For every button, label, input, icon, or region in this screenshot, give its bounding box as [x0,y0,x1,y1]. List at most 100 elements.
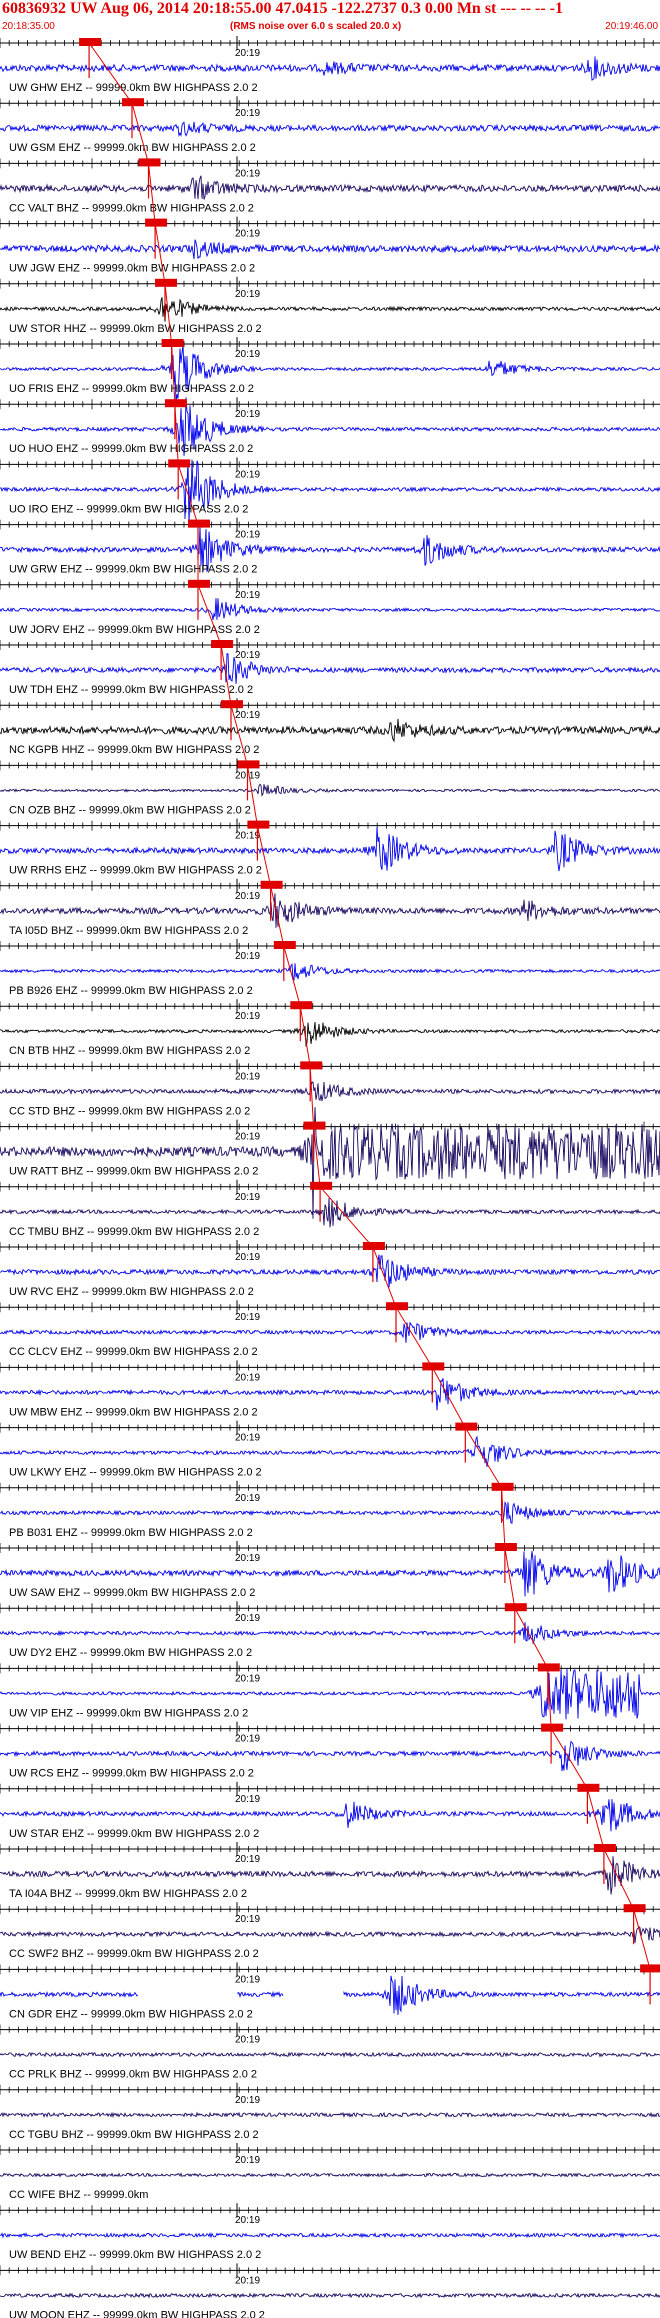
station-row: 20:19 UW RATT BHZ -- 99999.0km BW HIGHPAS… [0,1107,660,1219]
end-time: 20:19:46.00 [605,21,658,32]
station-row: 20:19 UW LKWY EHZ -- 99999.0km BW HIGHPAS… [0,1420,660,1479]
station-row: 20:19 UO HUO EHZ -- 99999.0km BW HIGHPASS… [0,397,660,456]
pick-marker [494,1543,517,1551]
waveform-trace [0,963,660,982]
station-row: 20:19 UW TDH EHZ -- 99999.0km BW HIGHPASS… [0,638,660,696]
station-label: UO HUO EHZ -- 99999.0km BW HIGHPASS 2.0 … [9,443,253,455]
waveform-trace [0,1021,660,1047]
waveform-trace [0,2292,660,2299]
minute-label: 20:19 [235,48,260,59]
minute-label: 20:19 [235,1553,260,1564]
station-label: UW SAW EHZ -- 99999.0km BW HIGHPASS 2.0 … [9,1587,255,1599]
minute-label: 20:19 [235,108,260,119]
seismogram-panel: 20:19 UW GHW EHZ -- 99999.0km BW HIGHPASS… [0,36,660,2318]
minute-label: 20:19 [235,469,260,480]
waveform-trace [0,1501,660,1524]
minute-label: 20:19 [235,289,260,300]
minute-label: 20:19 [235,1673,260,1684]
station-label: UO FRIS EHZ -- 99999.0km BW HIGHPASS 2.0… [9,383,254,395]
waveform-trace [0,1799,660,1832]
station-label: CC WIFE BHZ -- 99999.0km [9,2189,148,2201]
minute-label: 20:19 [235,1854,260,1865]
pick-marker [155,278,177,287]
waveform-trace [0,459,660,526]
waveform-trace [0,1622,660,1644]
station-row: 20:19 CC PRLK BHZ -- 99999.0km BW HIGHPAS… [0,2022,660,2081]
station-label: UW MBW EHZ -- 99999.0km BW HIGHPASS 2.0 … [9,1406,258,1418]
station-row: 20:19 UW SAW EHZ -- 99999.0km BW HIGHPASS… [0,1541,660,1599]
pick-marker [188,519,210,528]
station-label: UW GHW EHZ -- 99999.0km BW HIGHPASS 2.0 … [9,82,258,94]
waveform-trace [0,1435,660,1467]
minute-label: 20:19 [235,1613,260,1624]
station-row: 20:19 PB B031 EHZ -- 99999.0km BW HIGHPAS… [0,1480,660,1539]
pick-marker [211,640,234,648]
station-row: 20:19 UW GSM EHZ -- 99999.0km BW HIGHPASS… [0,96,660,154]
minute-label: 20:19 [235,2035,260,2046]
station-row: 20:19 CC CLCV EHZ -- 99999.0km BW HIGHPAS… [0,1300,660,1358]
station-row: 20:19 UW JORV EHZ -- 99999.0km BW HIGHPAS… [0,577,660,636]
minute-label: 20:19 [235,2275,260,2286]
station-label: NC KGPB HHZ -- 99999.0km BW HIGHPASS 2.0… [9,744,259,756]
waveform-trace [0,2172,660,2178]
minute-label: 20:19 [235,1312,260,1323]
station-row: 20:19 UW RRHS EHZ -- 99999.0km BW HIGHPAS… [0,818,660,877]
minute-label: 20:19 [235,710,260,721]
minute-label: 20:19 [235,1011,260,1022]
pick-marker [260,880,283,889]
station-label: CN OZB BHZ -- 99999.0km BW HIGHPASS 2.0 … [9,804,251,816]
station-label: TA I05D BHZ -- 99999.0km BW HIGHPASS 2.0… [9,925,248,937]
station-label: UW RATT BHZ -- 99999.0km BW HIGHPASS 2.0… [9,1166,258,1178]
minute-label: 20:19 [235,590,260,601]
minute-label: 20:19 [235,2155,260,2166]
station-label: PB B031 EHZ -- 99999.0km BW HIGHPASS 2.0… [9,1527,253,1539]
minute-label: 20:19 [235,1372,260,1383]
station-label: UW GSM EHZ -- 99999.0km BW HIGHPASS 2.0 … [9,142,256,154]
minute-label: 20:19 [235,1132,260,1143]
station-label: UW GRW EHZ -- 99999.0km BW HIGHPASS 2.0 … [9,564,257,576]
station-row: 20:19 UW BEND EHZ -- 99999.0km BW HIGHPAS… [0,2203,660,2261]
waveform-trace [0,239,660,260]
waveform-trace [0,598,660,620]
waveform-trace [0,783,660,797]
station-label: UW RCS EHZ -- 99999.0km BW HIGHPASS 2.0 … [9,1768,254,1780]
station-row: 20:19 CC SWF2 BHZ -- 99999.0km BW HIGHPAS… [0,1902,660,1960]
waveform-trace [0,2111,660,2119]
minute-label: 20:19 [235,2095,260,2106]
pick-marker [290,1001,313,1010]
waveform-trace [0,56,660,81]
pick-marker [303,1121,326,1130]
minute-label: 20:19 [235,349,260,360]
station-label: UW VIP EHZ -- 99999.0km BW HIGHPASS 2.0 … [9,1707,248,1719]
plot-header: 60836932 UW Aug 06, 2014 20:18:55.00 47.… [0,0,660,34]
station-label: UW MOON EHZ -- 99999.0km BW HIGHPASS 2.0… [9,2309,265,2318]
station-row: 20:19 CC TMBU BHZ -- 99999.0km BW HIGHPAS… [0,1179,660,1238]
minute-label: 20:19 [235,1192,260,1203]
minute-label: 20:19 [235,1974,260,1985]
station-row: 20:19 CC WIFE BHZ -- 99999.0km [0,2143,660,2201]
station-row: 20:19CN OZB BHZ -- 99999.0km BW HIGHPASS… [0,758,660,816]
station-label: CC PRLK BHZ -- 99999.0km BW HIGHPASS 2.0… [9,2069,257,2081]
station-label: UW JGW EHZ -- 99999.0km BW HIGHPASS 2.0 … [9,263,255,275]
pick-marker [138,158,161,167]
minute-label: 20:19 [235,2215,260,2226]
station-label: PB B926 EHZ -- 99999.0km BW HIGHPASS 2.0… [9,985,253,997]
minute-label: 20:19 [235,891,260,902]
pick-marker [491,1482,514,1491]
minute-label: 20:19 [235,951,260,962]
minute-label: 20:19 [235,409,260,420]
station-label: CC CLCV EHZ -- 99999.0km BW HIGHPASS 2.0… [9,1346,258,1358]
waveform-trace [0,893,660,928]
station-row: 20:19 CN BTB HHZ -- 99999.0km BW HIGHPASS… [0,999,660,1057]
minute-label: 20:19 [235,1914,260,1925]
station-label: UW LKWY EHZ -- 99999.0km BW HIGHPASS 2.0… [9,1467,262,1479]
minute-label: 20:19 [235,530,260,541]
station-row: 20:19 UW VIP EHZ -- 99999.0km BW HIGHPASS… [0,1661,660,1720]
station-label: UW DY2 EHZ -- 99999.0km BW HIGHPASS 2.0 … [9,1647,252,1659]
minute-label: 20:19 [235,1071,260,1082]
minute-label: 20:19 [235,1252,260,1263]
station-row: 20:19 UW DY2 EHZ -- 99999.0km BW HIGHPASS… [0,1601,660,1659]
waveform-trace [0,297,660,322]
rms-note: (RMS noise over 6.0 s scaled 20.0 x) [230,21,402,32]
pick-marker [300,1061,323,1070]
